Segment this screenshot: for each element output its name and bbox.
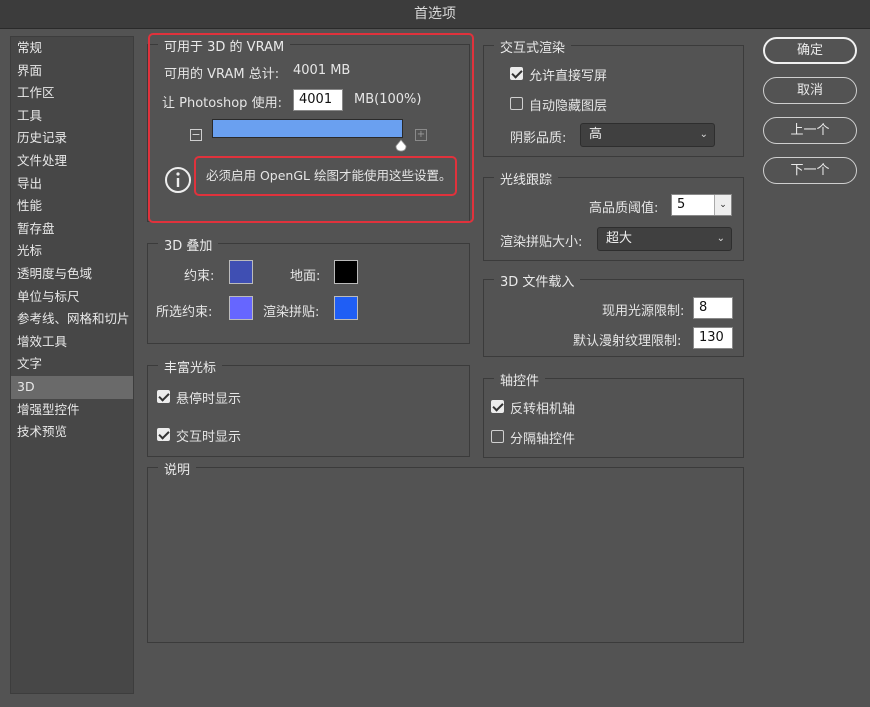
- sidebar-item-enhanced-controls[interactable]: 增强型控件: [11, 399, 133, 422]
- high-quality-threshold-label: 高品质阈值:: [589, 201, 659, 216]
- chevron-down-icon: ⌄: [714, 195, 731, 215]
- diffuse-texture-limit-input[interactable]: 130: [693, 327, 733, 349]
- sidebar-item-interface[interactable]: 界面: [11, 60, 133, 83]
- sidebar-item-transparency-gamut[interactable]: 透明度与色域: [11, 263, 133, 286]
- hover-show-label: 悬停时显示: [176, 392, 242, 407]
- active-light-limit-input[interactable]: 8: [693, 297, 733, 319]
- sidebar-item-3d[interactable]: 3D: [11, 375, 133, 399]
- diffuse-texture-limit-label: 默认漫射纹理限制:: [573, 334, 682, 349]
- sidebar-item-type[interactable]: 文字: [11, 353, 133, 376]
- hover-show-checkbox[interactable]: [157, 390, 170, 403]
- ok-button[interactable]: 确定: [763, 37, 857, 64]
- ground-color-swatch[interactable]: [334, 260, 358, 284]
- shadow-quality-select[interactable]: 高 ⌄: [580, 123, 715, 147]
- overlay3d-group: 3D 叠加: [147, 235, 470, 344]
- window-title: 首选项: [414, 6, 456, 22]
- render-tile-size-select[interactable]: 超大 ⌄: [597, 227, 732, 251]
- rich-cursor-group-title: 丰富光标: [158, 357, 223, 376]
- sidebar-item-scratch-disks[interactable]: 暂存盘: [11, 218, 133, 241]
- selected-constraint-color-swatch[interactable]: [229, 296, 253, 320]
- render-tiles-color-swatch[interactable]: [334, 296, 358, 320]
- axis-control-group-title: 轴控件: [494, 370, 546, 389]
- sidebar-item-general[interactable]: 常规: [11, 37, 133, 60]
- sidebar-item-technology-previews[interactable]: 技术预览: [11, 421, 133, 444]
- sidebar-item-tools[interactable]: 工具: [11, 105, 133, 128]
- opengl-message-highlight-frame: [194, 156, 457, 196]
- next-button[interactable]: 下一个: [763, 157, 857, 184]
- invert-camera-axis-label: 反转相机轴: [510, 402, 576, 417]
- preferences-sidebar: 常规 界面 工作区 工具 历史记录 文件处理 导出 性能 暂存盘 光标 透明度与…: [10, 36, 134, 694]
- auto-hide-layers-checkbox[interactable]: [510, 97, 523, 110]
- sidebar-item-plugins[interactable]: 增效工具: [11, 331, 133, 354]
- sidebar-item-guides-grid-slices[interactable]: 参考线、网格和切片: [11, 308, 133, 331]
- previous-button[interactable]: 上一个: [763, 117, 857, 144]
- constraint-label: 约束:: [184, 269, 215, 284]
- sidebar-item-units-rulers[interactable]: 单位与标尺: [11, 286, 133, 309]
- description-group: 说明: [147, 459, 744, 643]
- high-quality-threshold-combo[interactable]: 5 ⌄: [671, 194, 732, 216]
- diffuse-texture-limit-value: 130: [699, 330, 724, 345]
- ray-trace-group-title: 光线跟踪: [494, 169, 559, 188]
- separate-axis-control-checkbox[interactable]: [491, 430, 504, 443]
- interact-show-label: 交互时显示: [176, 430, 242, 445]
- active-light-limit-value: 8: [699, 300, 708, 315]
- sidebar-item-cursors[interactable]: 光标: [11, 240, 133, 263]
- render-tile-size-value: 超大: [606, 231, 633, 246]
- cancel-button[interactable]: 取消: [763, 77, 857, 104]
- separate-axis-control-label: 分隔轴控件: [510, 432, 576, 447]
- shadow-quality-value: 高: [589, 127, 603, 142]
- sidebar-item-file-handling[interactable]: 文件处理: [11, 150, 133, 173]
- active-light-limit-label: 现用光源限制:: [602, 304, 685, 319]
- direct-write-label: 允许直接写屏: [529, 69, 608, 84]
- sidebar-item-export[interactable]: 导出: [11, 173, 133, 196]
- overlay3d-group-title: 3D 叠加: [158, 235, 219, 254]
- sidebar-item-performance[interactable]: 性能: [11, 195, 133, 218]
- high-quality-threshold-value: 5: [677, 197, 686, 212]
- constraint-color-swatch[interactable]: [229, 260, 253, 284]
- direct-write-checkbox[interactable]: [510, 67, 523, 80]
- auto-hide-layers-label: 自动隐藏图层: [529, 99, 608, 114]
- render-tile-size-label: 渲染拼贴大小:: [500, 235, 583, 250]
- sidebar-item-history-log[interactable]: 历史记录: [11, 127, 133, 150]
- chevron-down-icon: ⌄: [716, 233, 725, 244]
- interactive-render-group-title: 交互式渲染: [494, 37, 572, 56]
- ground-label: 地面:: [290, 269, 321, 284]
- chevron-down-icon: ⌄: [699, 129, 708, 140]
- interact-show-checkbox[interactable]: [157, 428, 170, 441]
- window-titlebar: 首选项: [0, 0, 870, 29]
- render-tiles-label: 渲染拼贴:: [263, 305, 320, 320]
- description-group-title: 说明: [158, 459, 197, 478]
- sidebar-item-workspace[interactable]: 工作区: [11, 82, 133, 105]
- file-load-group-title: 3D 文件载入: [494, 271, 581, 290]
- shadow-quality-label: 阴影品质:: [510, 131, 567, 146]
- invert-camera-axis-checkbox[interactable]: [491, 400, 504, 413]
- selected-constraint-label: 所选约束:: [156, 305, 213, 320]
